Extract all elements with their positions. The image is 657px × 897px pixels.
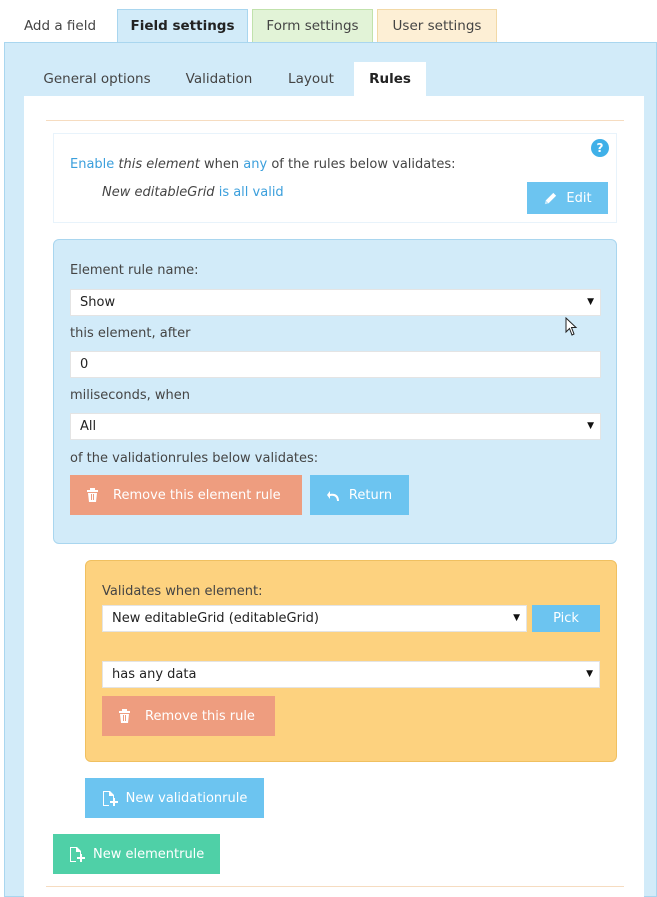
new-validationrule-label: New validationrule	[125, 790, 248, 806]
subtab-rules[interactable]: Rules	[354, 62, 426, 96]
chevron-down-icon: ▼	[587, 421, 594, 431]
validates-when-label: Validates when element:	[102, 584, 263, 599]
divider	[46, 886, 624, 887]
validation-condition-select[interactable]: has any data ▼	[102, 661, 600, 688]
help-icon[interactable]: ?	[591, 139, 609, 157]
element-rule-name-select[interactable]: Show ▼	[70, 289, 601, 316]
new-elementrule-button[interactable]: New elementrule	[53, 834, 220, 874]
tab-form-settings[interactable]: Form settings	[252, 9, 373, 43]
sub-tab-bar: General options Validation Layout Rules	[24, 62, 644, 96]
top-tab-bar: Add a field Field settings Form settings…	[0, 9, 657, 44]
below-label: of the validationrules below validates:	[70, 451, 319, 466]
remove-element-rule-label: Remove this element rule	[113, 487, 281, 503]
chevron-down-icon: ▼	[587, 297, 594, 307]
enable-action[interactable]: Enable	[70, 157, 114, 172]
tab-user-settings[interactable]: User settings	[377, 9, 497, 43]
chevron-down-icon: ▼	[513, 613, 520, 623]
add-document-icon	[102, 790, 118, 806]
validation-element-select[interactable]: New editableGrid (editableGrid) ▼	[102, 605, 527, 632]
edit-button[interactable]: Edit	[527, 182, 608, 214]
after-label: this element, after	[70, 326, 191, 341]
validation-rule-box: Validates when element: New editableGrid…	[85, 560, 617, 762]
remove-rule-button[interactable]: Remove this rule	[102, 696, 275, 736]
tab-field-settings[interactable]: Field settings	[117, 9, 248, 44]
edit-button-label: Edit	[566, 190, 592, 206]
subtab-layout[interactable]: Layout	[274, 62, 348, 96]
return-button[interactable]: Return	[310, 475, 409, 515]
when-label: miliseconds, when	[70, 388, 191, 403]
remove-rule-label: Remove this rule	[145, 708, 255, 724]
undo-icon	[326, 490, 339, 501]
when-value: All	[80, 419, 97, 434]
summary-when: when	[204, 157, 240, 172]
pick-button-label: Pick	[553, 611, 579, 626]
trash-icon	[119, 709, 130, 723]
element-rule-name-value: Show	[80, 295, 116, 310]
new-validationrule-button[interactable]: New validationrule	[85, 778, 264, 818]
mouse-cursor-icon	[565, 317, 578, 336]
condition-element: New editableGrid	[102, 185, 215, 200]
rules-summary: ? Enable this element when any of the ru…	[53, 133, 617, 223]
new-elementrule-label: New elementrule	[93, 846, 205, 862]
milliseconds-value: 0	[80, 357, 89, 372]
chevron-down-icon: ▼	[586, 669, 593, 679]
trash-icon	[87, 488, 98, 502]
summary-line: Enable this element when any of the rule…	[70, 157, 456, 172]
subtab-general-options[interactable]: General options	[24, 62, 170, 96]
pick-button[interactable]: Pick	[532, 605, 600, 632]
tab-add-a-field[interactable]: Add a field	[8, 9, 112, 43]
add-document-icon	[70, 846, 85, 862]
summary-condition-line: New editableGrid is all valid	[102, 185, 284, 200]
summary-rest: of the rules below validates:	[271, 157, 456, 172]
return-button-label: Return	[348, 487, 393, 503]
element-rule-name-label: Element rule name:	[70, 263, 199, 278]
element-rule-box: Element rule name: Show ▼ this element, …	[53, 239, 617, 544]
validation-condition-value: has any data	[112, 667, 197, 682]
when-select[interactable]: All ▼	[70, 413, 601, 440]
subtab-validation[interactable]: Validation	[174, 62, 264, 96]
any-operator[interactable]: any	[243, 157, 267, 172]
summary-subject: this element	[118, 157, 200, 172]
milliseconds-input[interactable]: 0	[70, 351, 601, 378]
validation-element-value: New editableGrid (editableGrid)	[112, 611, 319, 626]
pencil-icon	[545, 192, 557, 204]
remove-element-rule-button[interactable]: Remove this element rule	[70, 475, 302, 515]
condition-text[interactable]: is all valid	[219, 185, 284, 200]
divider	[46, 120, 624, 121]
